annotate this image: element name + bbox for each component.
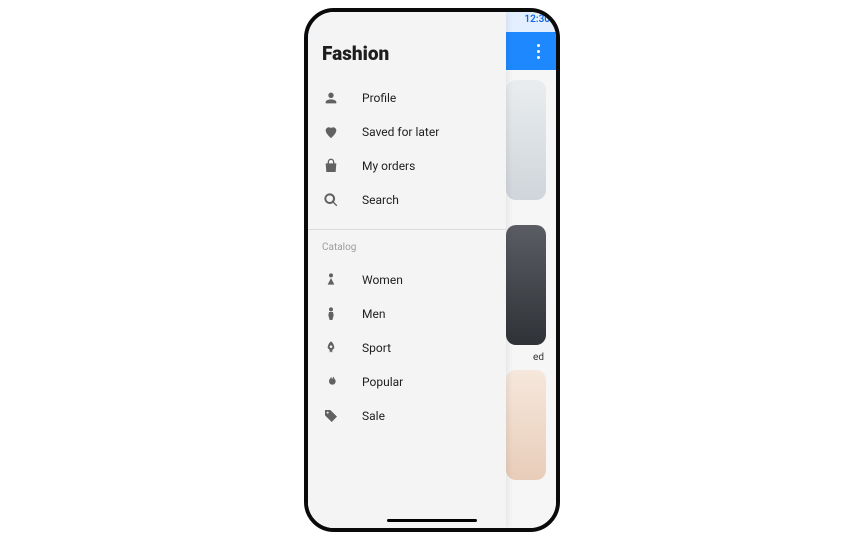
more-options-icon[interactable] [526, 39, 550, 63]
navigation-drawer: Fashion Profile Saved for later My order… [308, 12, 506, 528]
catalog-heading: Catalog [308, 232, 506, 259]
phone-frame: 12:30 ed Fashion Profile Saved fo [304, 8, 560, 532]
home-indicator[interactable] [387, 519, 477, 522]
product-card[interactable] [506, 225, 546, 345]
menu-item-popular[interactable]: Popular [308, 365, 506, 399]
bag-icon [322, 157, 340, 175]
status-time: 12:30 [524, 14, 550, 25]
menu-label: Sport [362, 341, 391, 355]
person-icon [322, 89, 340, 107]
heart-icon [322, 123, 340, 141]
menu-item-search[interactable]: Search [308, 183, 506, 217]
menu-label: Men [362, 307, 385, 321]
drawer-main-section: Profile Saved for later My orders Search [308, 77, 506, 227]
menu-item-sale[interactable]: Sale [308, 399, 506, 433]
product-label: ed [533, 352, 544, 363]
menu-item-saved[interactable]: Saved for later [308, 115, 506, 149]
menu-item-women[interactable]: Women [308, 263, 506, 297]
tag-icon [322, 407, 340, 425]
drawer-header: Fashion [308, 12, 506, 77]
drawer-catalog-section: Women Men Sport Popular [308, 259, 506, 443]
product-card[interactable] [506, 370, 546, 480]
app-title: Fashion [322, 42, 492, 65]
product-card[interactable] [506, 80, 546, 200]
menu-item-sport[interactable]: Sport [308, 331, 506, 365]
rocket-icon [322, 339, 340, 357]
menu-label: Popular [362, 375, 403, 389]
menu-item-men[interactable]: Men [308, 297, 506, 331]
menu-label: Search [362, 193, 399, 207]
menu-label: Sale [362, 409, 385, 423]
menu-label: Saved for later [362, 125, 439, 139]
man-icon [322, 305, 340, 323]
menu-item-orders[interactable]: My orders [308, 149, 506, 183]
menu-label: Women [362, 273, 403, 287]
woman-icon [322, 271, 340, 289]
menu-item-profile[interactable]: Profile [308, 81, 506, 115]
menu-label: My orders [362, 159, 415, 173]
fire-icon [322, 373, 340, 391]
menu-label: Profile [362, 91, 396, 105]
divider [308, 229, 506, 230]
search-icon [322, 191, 340, 209]
